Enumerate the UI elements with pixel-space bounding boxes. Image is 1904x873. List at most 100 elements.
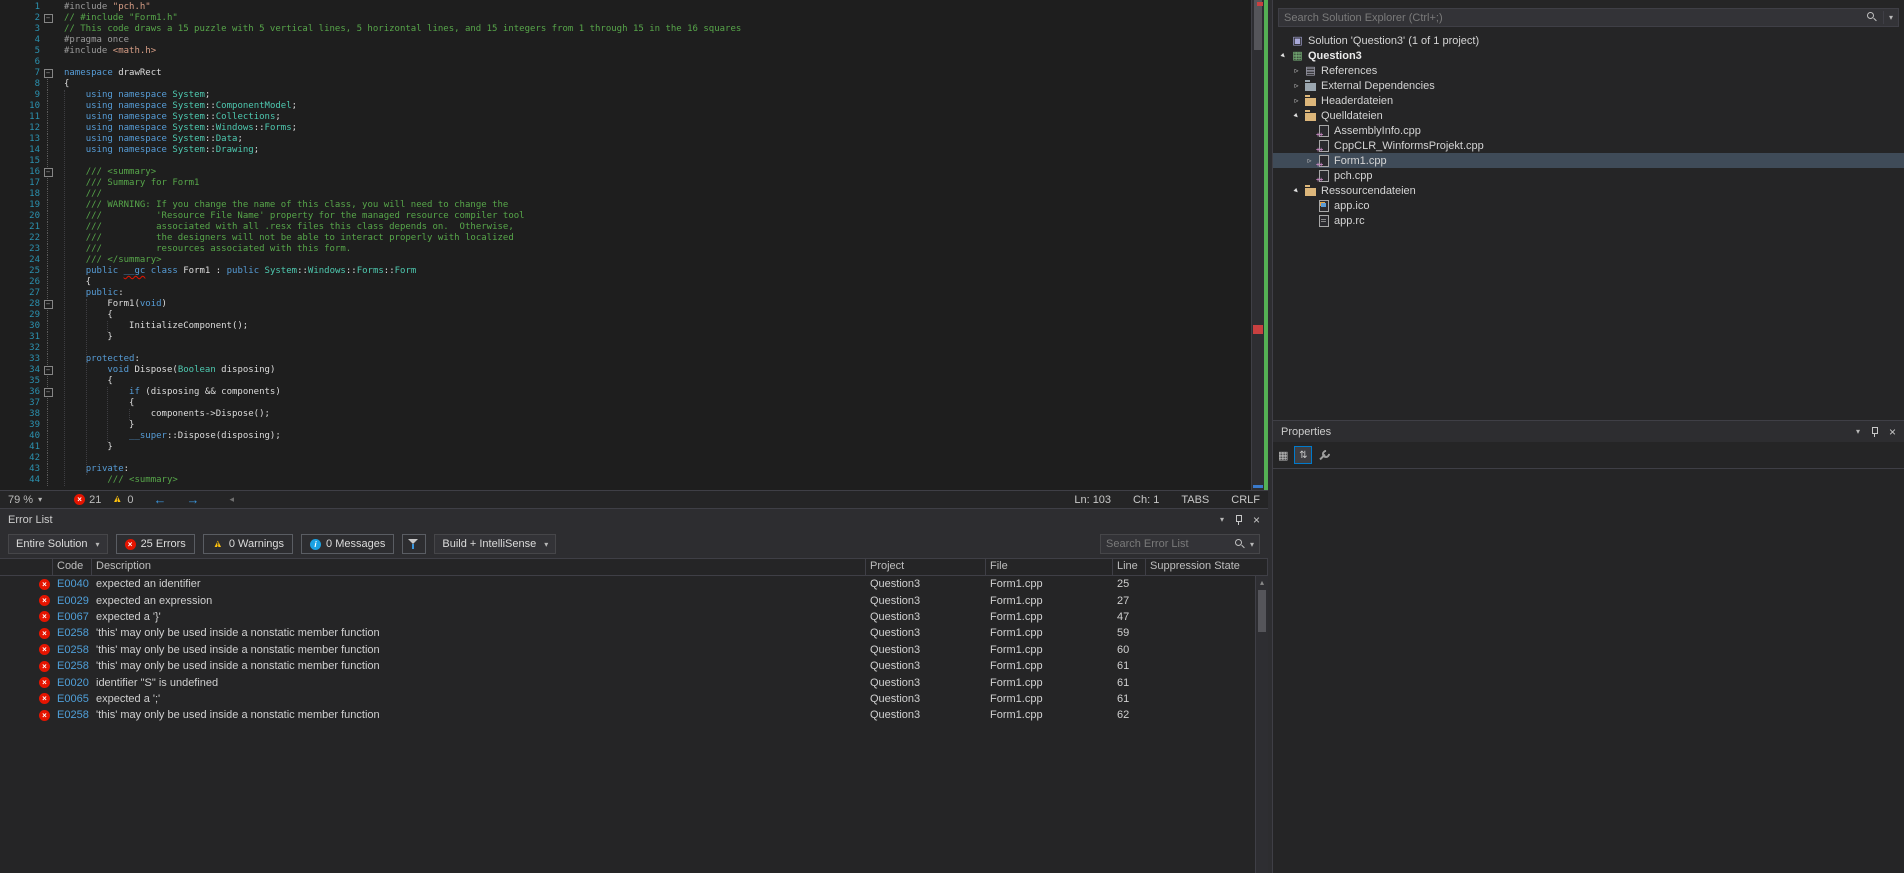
tree-item-ressourcendateien[interactable]: Ressourcendateien (1273, 183, 1904, 198)
code-text[interactable]: public: (56, 288, 124, 299)
collapsed-arrow-icon[interactable] (1290, 66, 1303, 75)
code-text[interactable]: using namespace System::Windows::Forms; (56, 123, 297, 134)
code-line[interactable]: 25 public __gc class Form1 : public Syst… (0, 266, 1251, 277)
code-area[interactable]: 1 #include "pch.h" 2−// #include "Form1.h"… (0, 0, 1251, 490)
navigate-forward-icon[interactable]: → (186, 492, 199, 507)
close-icon[interactable]: × (1253, 514, 1260, 526)
code-line[interactable]: 12 using namespace System::Windows::Form… (0, 123, 1251, 134)
error-row[interactable]: E0258 'this' may only be used inside a no… (0, 642, 1255, 658)
code-text[interactable] (56, 343, 64, 354)
line-number[interactable]: 13 (0, 134, 40, 145)
code-editor[interactable]: 1 #include "pch.h" 2−// #include "Form1.h"… (0, 0, 1268, 490)
code-text[interactable]: /// <summary> (56, 475, 177, 486)
line-number[interactable]: 7 (0, 68, 40, 79)
code-text[interactable]: /// </summary> (56, 255, 162, 266)
error-search-input[interactable] (1106, 538, 1231, 550)
expanded-arrow-icon[interactable] (1290, 111, 1303, 120)
code-line[interactable]: 31 } (0, 332, 1251, 343)
scrollbar-thumb[interactable] (1254, 0, 1262, 50)
line-number[interactable]: 36 (0, 387, 40, 398)
code-text[interactable]: using namespace System; (56, 90, 211, 101)
collapsed-arrow-icon[interactable] (1303, 156, 1316, 165)
line-number[interactable]: 37 (0, 398, 40, 409)
code-line[interactable]: 42 (0, 453, 1251, 464)
chevron-down-icon[interactable]: ▾ (1250, 540, 1254, 549)
expanded-arrow-icon[interactable] (1277, 51, 1290, 60)
fold-toggle-icon[interactable]: − (43, 388, 53, 397)
code-text[interactable]: private: (56, 464, 129, 475)
code-text[interactable]: /// resources associated with this form. (56, 244, 352, 255)
code-line[interactable]: 34− void Dispose(Boolean disposing) (0, 365, 1251, 376)
error-row[interactable]: E0029 expected an expression Question3 Form… (0, 592, 1255, 608)
code-text[interactable]: public __gc class Form1 : public System:… (56, 266, 417, 277)
code-line[interactable]: 11 using namespace System::Collections; (0, 112, 1251, 123)
line-column-header[interactable]: Line (1113, 559, 1146, 575)
code-line[interactable]: 27 public: (0, 288, 1251, 299)
tree-item-cppclr-winformsprojekt-cpp[interactable]: CppCLR_WinformsProjekt.cpp (1273, 138, 1904, 155)
fold-toggle-icon[interactable]: − (43, 366, 53, 375)
line-number[interactable]: 30 (0, 321, 40, 332)
tree-item-external-dependencies[interactable]: External Dependencies (1273, 78, 1904, 93)
error-code-link[interactable]: E0020 (53, 677, 92, 689)
error-code-link[interactable]: E0258 (53, 644, 92, 656)
code-line[interactable]: 26 { (0, 277, 1251, 288)
alphabetical-sort-icon[interactable]: ⇅ (1294, 446, 1313, 464)
code-text[interactable]: #include "pch.h" (56, 2, 151, 13)
line-number[interactable]: 39 (0, 420, 40, 431)
line-number[interactable]: 35 (0, 376, 40, 387)
error-list-searchbox[interactable]: ▾ (1100, 534, 1260, 554)
error-row[interactable]: E0258 'this' may only be used inside a no… (0, 707, 1255, 723)
error-list-titlebar[interactable]: Error List ▾ × (0, 509, 1268, 530)
tree-item-headerdateien[interactable]: Headerdateien (1273, 93, 1904, 108)
code-text[interactable]: /// 'Resource File Name' property for th… (56, 211, 525, 222)
warnings-filter-button[interactable]: 0 Warnings (202, 534, 294, 554)
error-code-link[interactable]: E0258 (53, 709, 92, 721)
fold-toggle-icon[interactable]: − (43, 300, 53, 309)
collapsed-arrow-icon[interactable] (1290, 81, 1303, 90)
property-pages-icon[interactable] (1318, 449, 1331, 462)
code-line[interactable]: 19 /// WARNING: If you change the name o… (0, 200, 1251, 211)
close-icon[interactable]: × (1889, 426, 1896, 438)
search-icon[interactable] (1866, 12, 1878, 23)
editor-vertical-scrollbar[interactable] (1251, 0, 1264, 490)
code-text[interactable]: /// Summary for Form1 (56, 178, 200, 189)
error-code-link[interactable]: E0040 (53, 578, 92, 590)
line-number[interactable]: 21 (0, 222, 40, 233)
zoom-control[interactable]: 79 % ▾ (8, 494, 52, 506)
code-line[interactable]: 43 private: (0, 464, 1251, 475)
code-line[interactable]: 10 using namespace System::ComponentMode… (0, 101, 1251, 112)
code-line[interactable]: 16− /// <summary> (0, 167, 1251, 178)
code-text[interactable]: // This code draws a 15 puzzle with 5 ve… (56, 24, 741, 35)
line-number[interactable]: 8 (0, 79, 40, 90)
code-line[interactable]: 20 /// 'Resource File Name' property for… (0, 211, 1251, 222)
line-number[interactable]: 44 (0, 475, 40, 486)
line-number[interactable]: 14 (0, 145, 40, 156)
code-line[interactable]: 37 { (0, 398, 1251, 409)
code-text[interactable]: /// <summary> (56, 167, 156, 178)
pin-icon[interactable] (1234, 514, 1243, 525)
collapsed-arrow-icon[interactable] (1290, 96, 1303, 105)
line-number[interactable]: 33 (0, 354, 40, 365)
eol-indicator[interactable]: CRLF (1231, 494, 1260, 506)
pin-icon[interactable] (1870, 426, 1879, 437)
line-number[interactable]: 31 (0, 332, 40, 343)
code-line[interactable]: 41 } (0, 442, 1251, 453)
code-text[interactable]: #pragma once (56, 35, 129, 46)
code-line[interactable]: 15 (0, 156, 1251, 167)
error-row[interactable]: E0020 identifier "S" is undefined Question… (0, 674, 1255, 690)
code-line[interactable]: 1 #include "pch.h" (0, 2, 1251, 13)
code-line[interactable]: 7− namespace drawRect (0, 68, 1251, 79)
error-code-link[interactable]: E0258 (53, 660, 92, 672)
code-line[interactable]: 24 /// </summary> (0, 255, 1251, 266)
code-line[interactable]: 18 /// (0, 189, 1251, 200)
navigate-back-icon[interactable]: ← (153, 492, 166, 507)
error-row[interactable]: E0065 expected a ';' Question3 Form1.cpp 61 (0, 691, 1255, 707)
line-number[interactable]: 28 (0, 299, 40, 310)
error-row[interactable]: E0258 'this' may only be used inside a no… (0, 658, 1255, 674)
tree-item-app-rc[interactable]: app.rc (1273, 213, 1904, 228)
code-text[interactable]: /// WARNING: If you change the name of t… (56, 200, 509, 211)
line-number[interactable]: 24 (0, 255, 40, 266)
line-number[interactable]: 16 (0, 167, 40, 178)
code-text[interactable] (56, 453, 64, 464)
line-number[interactable]: 32 (0, 343, 40, 354)
